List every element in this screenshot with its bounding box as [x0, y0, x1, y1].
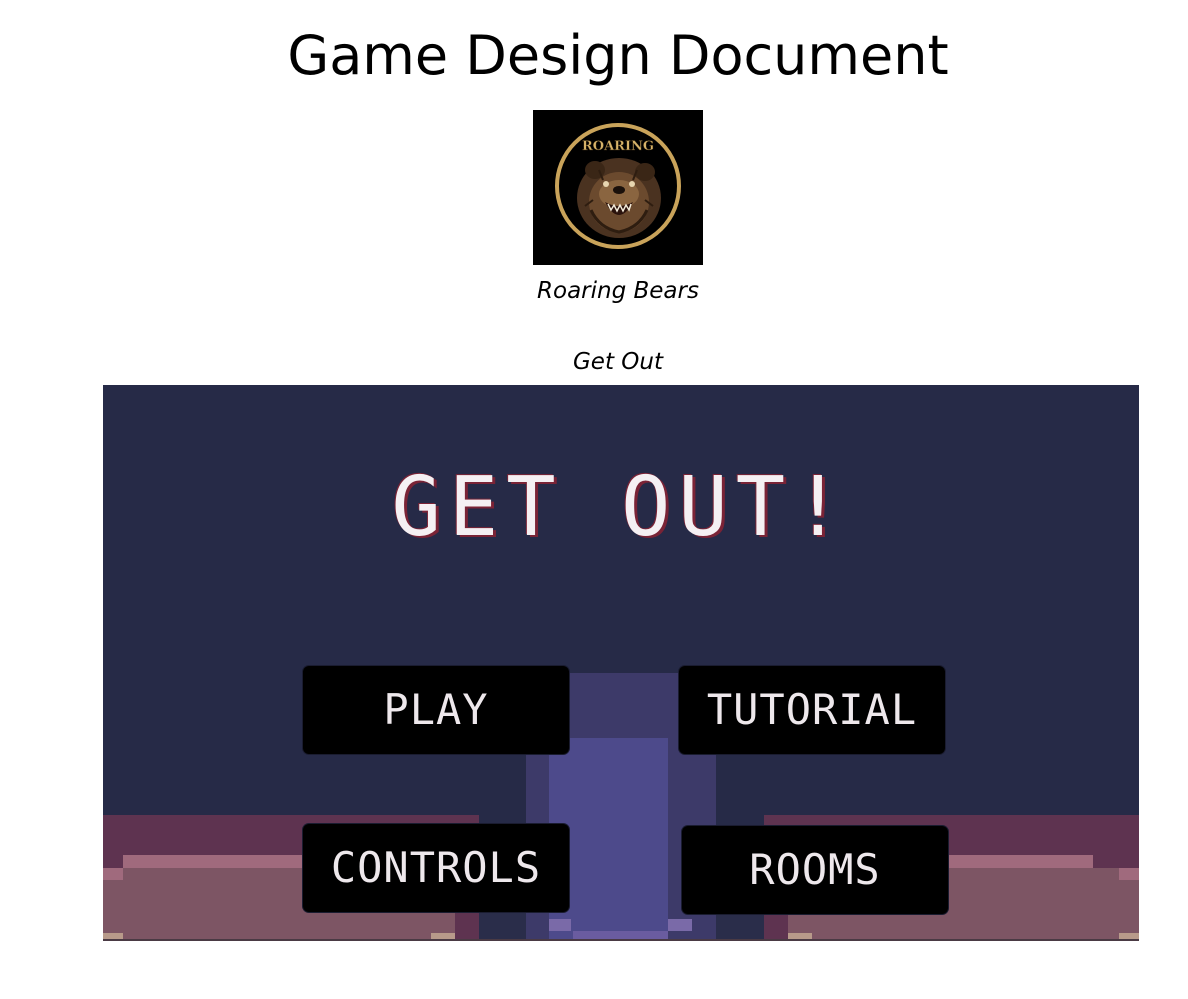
game-title: GET OUT!	[391, 460, 851, 555]
rooms-button[interactable]: ROOMS	[682, 826, 948, 914]
logo-caption: Roaring Bears	[537, 278, 699, 304]
team-logo: ROARING	[533, 110, 703, 265]
game-menu-screenshot: GET OUT! PLAY TUTORIAL CONTROLS ROOMS	[103, 385, 1139, 941]
screenshot-caption: Get Out	[572, 349, 663, 375]
controls-button[interactable]: CONTROLS	[303, 824, 569, 912]
tutorial-button[interactable]: TUTORIAL	[679, 666, 945, 754]
logo-text: ROARING	[582, 139, 654, 154]
play-button[interactable]: PLAY	[303, 666, 569, 754]
bear-logo-icon: ROARING	[533, 110, 703, 265]
document-title: Game Design Document	[287, 24, 949, 87]
